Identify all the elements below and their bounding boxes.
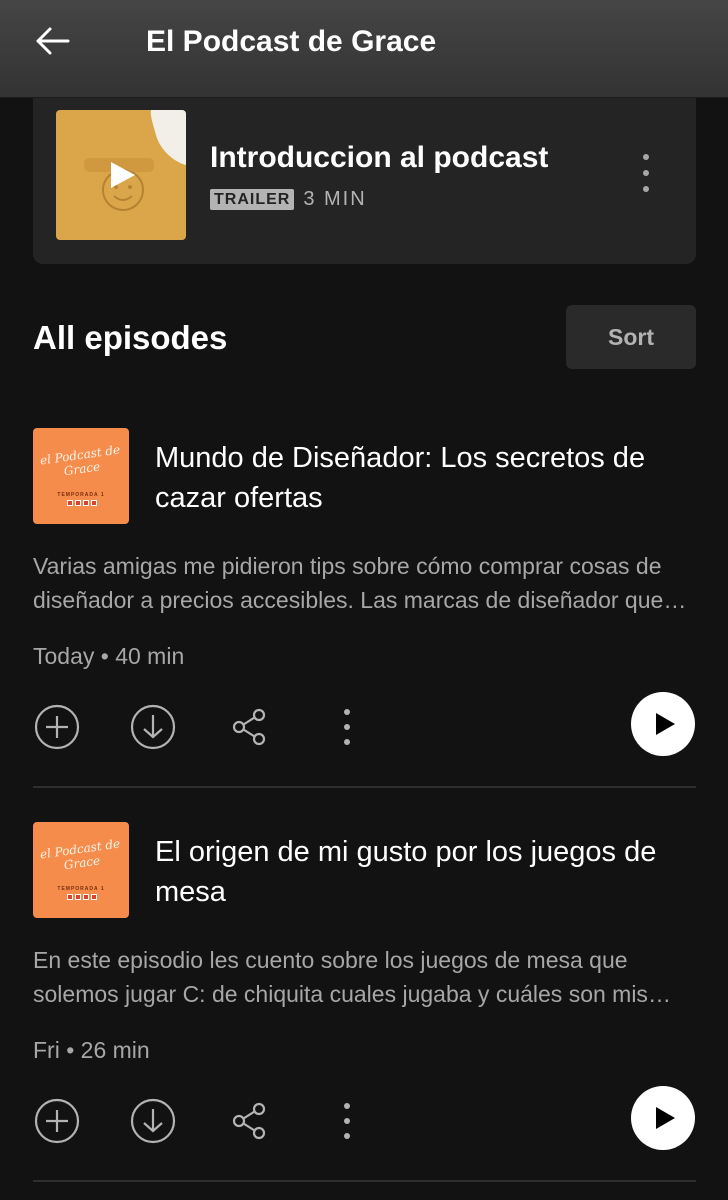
back-arrow-icon[interactable] — [32, 24, 72, 58]
episode-item[interactable]: el Podcast de Grace TEMPORADA 1 El orige… — [0, 822, 728, 1200]
episode-artwork[interactable]: el Podcast de Grace TEMPORADA 1 — [33, 428, 129, 524]
more-options-icon[interactable] — [324, 1098, 370, 1144]
play-button[interactable] — [631, 1086, 695, 1150]
trailer-card[interactable]: Introduccion al podcast TRAILER 3 MIN — [33, 98, 696, 264]
episode-item[interactable]: el Podcast de Grace TEMPORADA 1 Mundo de… — [0, 428, 728, 822]
episode-actions — [0, 1086, 728, 1156]
episode-actions — [0, 692, 728, 762]
episode-art-decoration — [67, 894, 97, 900]
episode-description: En este episodio les cuento sobre los ju… — [33, 947, 648, 1007]
episode-meta: Fri • 26 min — [33, 1037, 150, 1063]
episode-artwork[interactable]: el Podcast de Grace TEMPORADA 1 — [33, 822, 129, 918]
episode-title[interactable]: Mundo de Diseñador: Los secretos de caza… — [155, 438, 695, 518]
play-icon — [107, 160, 137, 195]
divider — [33, 1180, 696, 1182]
trailer-badge: TRAILER — [210, 189, 295, 210]
episode-art-decoration — [67, 500, 97, 506]
download-icon[interactable] — [130, 1098, 176, 1144]
divider — [33, 786, 696, 788]
episode-title[interactable]: El origen de mi gusto por los juegos de … — [155, 832, 695, 912]
episode-description: Varias amigas me pidieron tips sobre cóm… — [33, 553, 664, 613]
more-options-icon[interactable] — [324, 704, 370, 750]
play-icon — [656, 713, 675, 735]
trailer-duration: 3 MIN — [303, 188, 367, 210]
episode-art-subtitle: TEMPORADA 1 — [57, 492, 105, 498]
section-title: All episodes — [33, 319, 228, 356]
more-options-icon[interactable] — [635, 152, 657, 196]
trailer-title[interactable]: Introduccion al podcast — [210, 140, 548, 176]
episode-art-subtitle: TEMPORADA 1 — [57, 886, 105, 892]
add-icon[interactable] — [34, 1098, 80, 1144]
share-icon[interactable] — [226, 704, 272, 750]
sort-button[interactable]: Sort — [566, 305, 696, 369]
episode-art-title: el Podcast de Grace — [39, 836, 121, 873]
episode-meta: Today • 40 min — [33, 643, 185, 669]
page-title: El Podcast de Grace — [146, 25, 437, 58]
trailer-artwork[interactable] — [56, 110, 186, 240]
download-icon[interactable] — [130, 704, 176, 750]
play-button[interactable] — [631, 692, 695, 756]
trailer-meta: TRAILER 3 MIN — [210, 188, 367, 211]
play-icon — [656, 1107, 675, 1129]
share-icon[interactable] — [226, 1098, 272, 1144]
episode-art-title: el Podcast de Grace — [39, 442, 121, 479]
top-bar: El Podcast de Grace — [0, 0, 728, 98]
add-icon[interactable] — [34, 704, 80, 750]
